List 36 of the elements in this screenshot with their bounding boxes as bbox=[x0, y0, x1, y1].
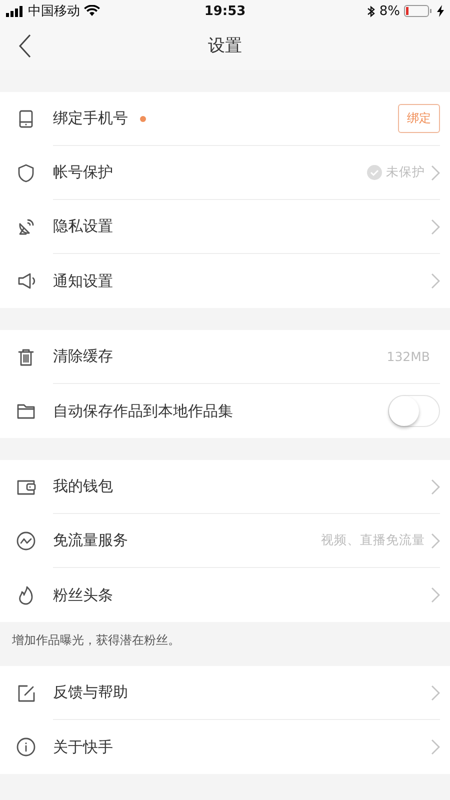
clock-time: 19:53 bbox=[204, 4, 246, 18]
setting-label: 自动保存作品到本地作品集 bbox=[53, 402, 233, 420]
chevron-right-icon bbox=[431, 273, 440, 289]
setting-label: 免流量服务 bbox=[53, 531, 128, 550]
setting-label: 我的钱包 bbox=[53, 477, 113, 496]
chevron-right-icon bbox=[431, 684, 440, 700]
setting-label: 隐私设置 bbox=[53, 217, 113, 236]
charging-bolt-icon bbox=[437, 5, 444, 17]
chevron-right-icon bbox=[431, 218, 440, 234]
bluetooth-icon bbox=[367, 4, 376, 18]
carrier-name: 中国移动 bbox=[28, 3, 80, 20]
setting-label: 帐号保护 bbox=[53, 163, 113, 182]
chevron-right-icon bbox=[431, 532, 440, 548]
setting-label: 绑定手机号 bbox=[53, 109, 128, 128]
info-icon bbox=[15, 736, 37, 758]
setting-value: 未保护 bbox=[386, 164, 425, 181]
wifi-icon bbox=[84, 5, 100, 17]
hint-text: 增加作品曝光，获得潜在粉丝。 bbox=[11, 632, 181, 649]
chevron-right-icon bbox=[431, 739, 440, 755]
chevron-right-icon bbox=[431, 164, 440, 180]
signal-icon bbox=[6, 6, 24, 16]
setting-value: 132MB bbox=[386, 349, 430, 364]
setting-label: 通知设置 bbox=[53, 272, 113, 290]
chevron-right-icon bbox=[431, 587, 440, 603]
battery-icon bbox=[404, 5, 434, 17]
page-title: 设置 bbox=[208, 35, 242, 58]
toggle-switch[interactable] bbox=[388, 395, 440, 427]
setting-label: 粉丝头条 bbox=[53, 586, 113, 604]
bind-button[interactable]: 绑定 bbox=[398, 104, 440, 133]
setting-label: 反馈与帮助 bbox=[53, 683, 128, 702]
setting-label: 清除缓存 bbox=[53, 347, 113, 366]
setting-label: 关于快手 bbox=[53, 738, 113, 756]
trend-circle-icon bbox=[15, 530, 37, 552]
battery-percent: 8% bbox=[379, 4, 400, 18]
setting-value: 视频、直播免流量 bbox=[321, 532, 425, 549]
chevron-right-icon bbox=[431, 478, 440, 494]
